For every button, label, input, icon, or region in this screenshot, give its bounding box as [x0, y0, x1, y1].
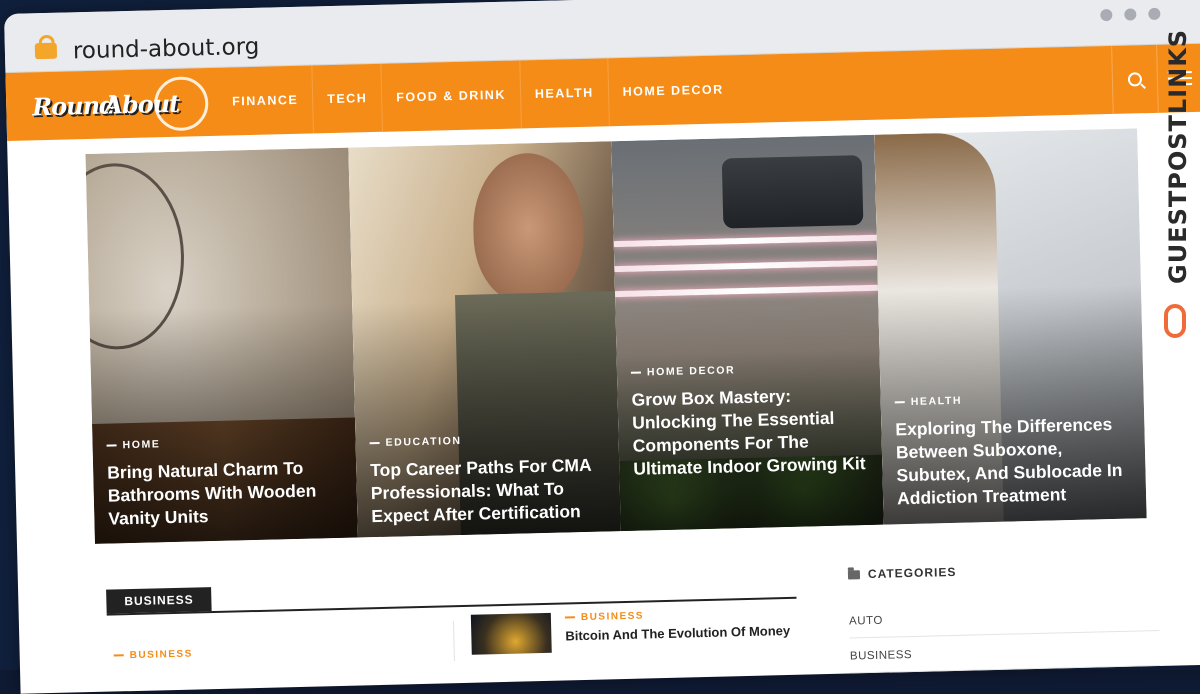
post-item[interactable]: BUSINESS	[113, 644, 193, 664]
featured-category[interactable]: HOME	[106, 438, 160, 451]
section-label[interactable]: BUSINESS	[106, 587, 213, 614]
menu-item-tech[interactable]: TECH	[311, 63, 383, 134]
sidebar-categories: CATEGORIES AUTO BUSINESS	[847, 560, 1161, 674]
logo-ring-icon	[153, 76, 209, 132]
site-logo[interactable]: Round About	[28, 74, 209, 134]
column-divider	[452, 621, 455, 662]
menu-item-food-drink[interactable]: FOOD & DRINK	[380, 60, 521, 132]
chain-link-icon	[1164, 304, 1186, 338]
watermark-text: GUESTPOSTLINKS	[1164, 28, 1192, 284]
post-category[interactable]: BUSINESS	[565, 611, 644, 624]
featured-title[interactable]: Bring Natural Charm To Bathrooms With Wo…	[107, 456, 346, 531]
post-title[interactable]: Bitcoin And The Evolution Of Money	[565, 623, 790, 643]
window-dot-icon[interactable]	[1148, 7, 1161, 21]
search-button[interactable]	[1111, 44, 1158, 114]
menu-item-home-decor[interactable]: HOME DECOR	[606, 55, 739, 127]
featured-category[interactable]: HOME DECOR	[631, 364, 736, 379]
search-icon	[1127, 72, 1143, 87]
featured-category[interactable]: HEALTH	[895, 395, 963, 409]
featured-card[interactable]: HEALTH Exploring The Differences Between…	[874, 128, 1147, 525]
featured-title[interactable]: Exploring The Differences Between Suboxo…	[895, 413, 1134, 511]
featured-title[interactable]: Grow Box Mastery: Unlocking The Essentia…	[631, 383, 870, 481]
sidebar-heading-label: CATEGORIES	[867, 564, 957, 582]
folder-icon	[847, 569, 861, 580]
featured-category[interactable]: EDUCATION	[369, 435, 461, 449]
window-dot-icon[interactable]	[1100, 8, 1113, 22]
featured-posts: HOME Bring Natural Charm To Bathrooms Wi…	[85, 128, 1147, 544]
featured-card[interactable]: EDUCATION Top Career Paths For CMA Profe…	[348, 141, 621, 538]
window-controls	[1100, 7, 1161, 22]
featured-card[interactable]: HOME Bring Natural Charm To Bathrooms Wi…	[85, 147, 358, 544]
window-dot-icon[interactable]	[1124, 8, 1137, 21]
category-list: AUTO BUSINESS	[848, 595, 1161, 674]
post-item[interactable]: BUSINESS Bitcoin And The Evolution Of Mo…	[470, 607, 802, 655]
featured-card[interactable]: HOME DECOR Grow Box Mastery: Unlocking T…	[611, 134, 884, 532]
post-thumbnail[interactable]	[470, 612, 552, 655]
logo-word-1: Round	[31, 90, 116, 122]
business-section: BUSINESS BUSINESS BUSINESS Bitcoin And T…	[106, 572, 797, 662]
menu-item-finance[interactable]: FINANCE	[217, 66, 313, 136]
address-bar[interactable]: round-about.org	[73, 34, 260, 65]
sidebar-heading: CATEGORIES	[847, 560, 1158, 582]
featured-title[interactable]: Top Career Paths For CMA Professionals: …	[370, 453, 609, 528]
menu-item-health[interactable]: HEALTH	[519, 58, 609, 129]
post-category[interactable]: BUSINESS	[114, 649, 193, 662]
main-menu: FINANCE TECH FOOD & DRINK HEALTH HOME DE…	[217, 55, 739, 136]
watermark-badge: GUESTPOSTLINKS	[1156, 29, 1196, 354]
lock-icon	[34, 34, 58, 60]
browser-window: round-about.org Round About FINANCE TECH…	[4, 0, 1200, 694]
